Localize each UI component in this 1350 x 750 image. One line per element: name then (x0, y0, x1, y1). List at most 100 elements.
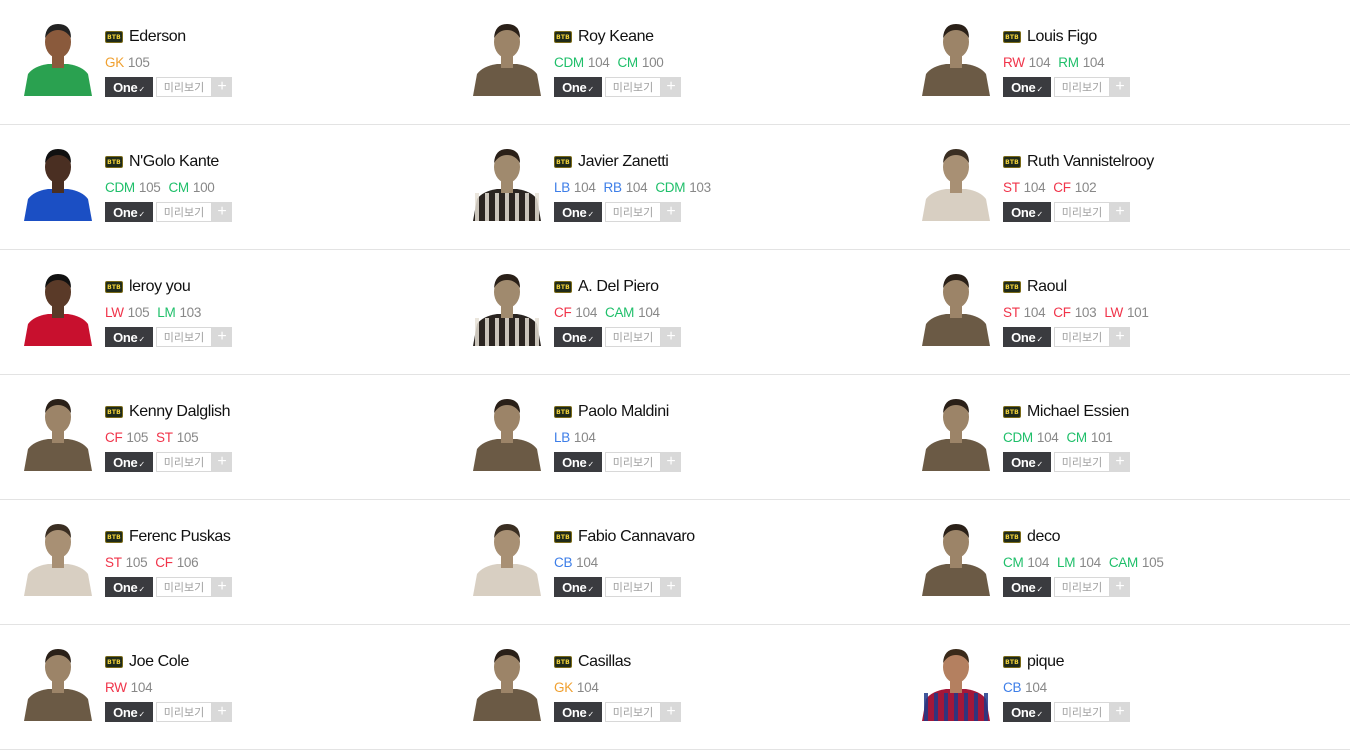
preview-button[interactable]: 미리보기 (1054, 327, 1110, 347)
player-name[interactable]: Ederson (129, 28, 186, 46)
one-button[interactable]: One ✓ (105, 77, 153, 97)
one-button[interactable]: One ✓ (554, 452, 602, 472)
preview-button[interactable]: 미리보기 (156, 577, 212, 597)
player-card[interactable]: BTB N'Golo Kante CDM 105 CM 100 One ✓ 미리보기 + (0, 125, 449, 250)
player-name[interactable]: Joe Cole (129, 653, 189, 671)
player-card[interactable]: BTB Ferenc Puskas ST 105 CF 106 One ✓ 미리보기 + (0, 500, 449, 625)
one-button[interactable]: One ✓ (105, 577, 153, 597)
player-photo[interactable] (918, 643, 994, 721)
player-name[interactable]: Roy Keane (578, 28, 654, 46)
preview-button[interactable]: 미리보기 (1054, 202, 1110, 222)
add-compare-button[interactable]: + (212, 452, 232, 472)
player-name[interactable]: Paolo Maldini (578, 403, 669, 421)
player-photo[interactable] (469, 393, 545, 471)
player-name[interactable]: Kenny Dalglish (129, 403, 231, 421)
player-photo[interactable] (20, 268, 96, 346)
player-card[interactable]: BTB Casillas GK 104 One ✓ 미리보기 + (449, 625, 899, 750)
player-card[interactable]: BTB Joe Cole RW 104 One ✓ 미리보기 + (0, 625, 449, 750)
add-compare-button[interactable]: + (661, 452, 681, 472)
one-button[interactable]: One ✓ (554, 702, 602, 722)
player-name[interactable]: Raoul (1027, 278, 1067, 296)
player-name[interactable]: Fabio Cannavaro (578, 528, 695, 546)
player-photo[interactable] (20, 393, 96, 471)
player-photo[interactable] (918, 393, 994, 471)
player-photo[interactable] (469, 518, 545, 596)
player-card[interactable]: BTB Fabio Cannavaro CB 104 One ✓ 미리보기 + (449, 500, 899, 625)
player-name[interactable]: Ruth Vannistelrooy (1027, 153, 1154, 171)
player-photo[interactable] (918, 143, 994, 221)
one-button[interactable]: One ✓ (1003, 202, 1051, 222)
add-compare-button[interactable]: + (661, 327, 681, 347)
player-name[interactable]: Ferenc Puskas (129, 528, 231, 546)
player-card[interactable]: BTB Roy Keane CDM 104 CM 100 One ✓ 미리보기 + (449, 0, 899, 125)
player-photo[interactable] (469, 268, 545, 346)
player-card[interactable]: BTB Michael Essien CDM 104 CM 101 One ✓ 미리보기 + (899, 375, 1350, 500)
player-photo[interactable] (918, 268, 994, 346)
one-button[interactable]: One ✓ (554, 327, 602, 347)
add-compare-button[interactable]: + (212, 77, 232, 97)
add-compare-button[interactable]: + (1110, 327, 1130, 347)
player-name[interactable]: deco (1027, 528, 1061, 546)
one-button[interactable]: One ✓ (554, 77, 602, 97)
one-button[interactable]: One ✓ (1003, 77, 1051, 97)
player-photo[interactable] (20, 143, 96, 221)
one-button[interactable]: One ✓ (554, 202, 602, 222)
player-photo[interactable] (20, 18, 96, 96)
add-compare-button[interactable]: + (212, 577, 232, 597)
preview-button[interactable]: 미리보기 (156, 702, 212, 722)
add-compare-button[interactable]: + (661, 577, 681, 597)
preview-button[interactable]: 미리보기 (1054, 77, 1110, 97)
player-card[interactable]: BTB Raoul ST 104 CF 103 LW 101 One ✓ 미리보기 + (899, 250, 1350, 375)
add-compare-button[interactable]: + (661, 702, 681, 722)
preview-button[interactable]: 미리보기 (156, 452, 212, 472)
add-compare-button[interactable]: + (212, 202, 232, 222)
one-button[interactable]: One ✓ (105, 702, 153, 722)
player-card[interactable]: BTB Ruth Vannistelrooy ST 104 CF 102 One ✓ 미리보기 + (899, 125, 1350, 250)
one-button[interactable]: One ✓ (554, 577, 602, 597)
add-compare-button[interactable]: + (1110, 577, 1130, 597)
add-compare-button[interactable]: + (1110, 702, 1130, 722)
preview-button[interactable]: 미리보기 (605, 202, 661, 222)
preview-button[interactable]: 미리보기 (1054, 702, 1110, 722)
preview-button[interactable]: 미리보기 (605, 577, 661, 597)
player-card[interactable]: BTB A. Del Piero CF 104 CAM 104 One ✓ 미리보기 + (449, 250, 899, 375)
player-name[interactable]: pique (1027, 653, 1065, 671)
add-compare-button[interactable]: + (661, 202, 681, 222)
player-card[interactable]: BTB Kenny Dalglish CF 105 ST 105 One ✓ 미리보기 + (0, 375, 449, 500)
player-name[interactable]: Javier Zanetti (578, 153, 669, 171)
player-card[interactable]: BTB pique CB 104 One ✓ 미리보기 + (899, 625, 1350, 750)
player-photo[interactable] (469, 643, 545, 721)
player-name[interactable]: N'Golo Kante (129, 153, 219, 171)
player-photo[interactable] (469, 18, 545, 96)
player-photo[interactable] (918, 518, 994, 596)
player-photo[interactable] (469, 143, 545, 221)
player-photo[interactable] (20, 518, 96, 596)
preview-button[interactable]: 미리보기 (605, 327, 661, 347)
player-card[interactable]: BTB deco CM 104 LM 104 CAM 105 One ✓ 미리보기 + (899, 500, 1350, 625)
player-card[interactable]: BTB Ederson GK 105 One ✓ 미리보기 + (0, 0, 449, 125)
add-compare-button[interactable]: + (1110, 202, 1130, 222)
player-photo[interactable] (20, 643, 96, 721)
one-button[interactable]: One ✓ (1003, 452, 1051, 472)
add-compare-button[interactable]: + (212, 327, 232, 347)
preview-button[interactable]: 미리보기 (605, 702, 661, 722)
player-name[interactable]: A. Del Piero (578, 278, 659, 296)
preview-button[interactable]: 미리보기 (605, 452, 661, 472)
player-name[interactable]: Michael Essien (1027, 403, 1129, 421)
player-card[interactable]: BTB Paolo Maldini LB 104 One ✓ 미리보기 + (449, 375, 899, 500)
player-photo[interactable] (918, 18, 994, 96)
one-button[interactable]: One ✓ (1003, 327, 1051, 347)
preview-button[interactable]: 미리보기 (1054, 452, 1110, 472)
add-compare-button[interactable]: + (661, 77, 681, 97)
one-button[interactable]: One ✓ (105, 327, 153, 347)
preview-button[interactable]: 미리보기 (605, 77, 661, 97)
preview-button[interactable]: 미리보기 (1054, 577, 1110, 597)
player-name[interactable]: Louis Figo (1027, 28, 1097, 46)
add-compare-button[interactable]: + (1110, 452, 1130, 472)
one-button[interactable]: One ✓ (105, 452, 153, 472)
add-compare-button[interactable]: + (212, 702, 232, 722)
player-card[interactable]: BTB Louis Figo RW 104 RM 104 One ✓ 미리보기 + (899, 0, 1350, 125)
player-card[interactable]: BTB leroy you LW 105 LM 103 One ✓ 미리보기 + (0, 250, 449, 375)
one-button[interactable]: One ✓ (1003, 577, 1051, 597)
player-name[interactable]: Casillas (578, 653, 631, 671)
